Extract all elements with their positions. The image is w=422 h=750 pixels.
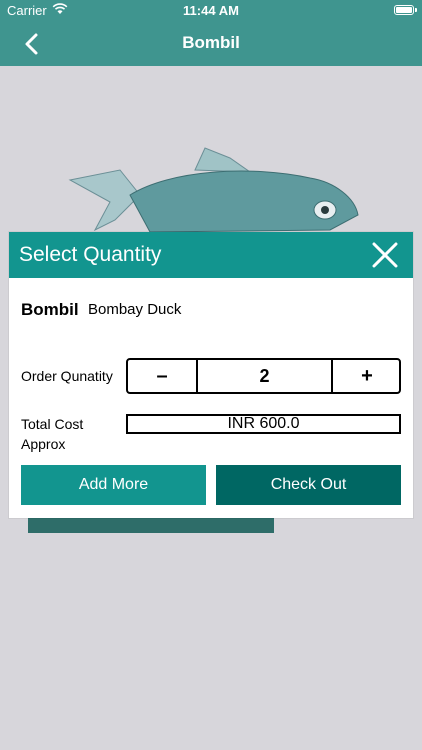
status-time: 11:44 AM bbox=[183, 3, 239, 18]
quantity-stepper: – 2 + bbox=[126, 358, 401, 394]
add-more-button[interactable]: Add More bbox=[21, 465, 206, 505]
dialog-title: Select Quantity bbox=[19, 243, 162, 266]
nav-bar: Bombil bbox=[0, 22, 422, 66]
battery-icon bbox=[394, 5, 417, 15]
decrease-button[interactable]: – bbox=[128, 360, 198, 392]
select-quantity-dialog: Select Quantity Bombil Bombay Duck Order… bbox=[9, 232, 413, 518]
quantity-value: 2 bbox=[259, 366, 270, 386]
fish-image bbox=[68, 147, 359, 233]
increase-button[interactable]: + bbox=[331, 360, 401, 392]
page-title: Bombil bbox=[182, 33, 240, 52]
close-icon[interactable] bbox=[371, 241, 399, 269]
dialog-header: Select Quantity bbox=[9, 232, 413, 278]
product-alt-name: Bombay Duck bbox=[88, 301, 182, 318]
status-bar: Carrier 11:44 AM bbox=[0, 0, 422, 22]
total-cost-value: INR 600.0 bbox=[126, 414, 401, 434]
check-out-button[interactable]: Check Out bbox=[216, 465, 401, 505]
order-quantity-label: Order Qunatity bbox=[21, 368, 113, 384]
total-cost-label: Total Cost Approx bbox=[21, 416, 84, 452]
product-name: Bombil bbox=[21, 300, 79, 319]
